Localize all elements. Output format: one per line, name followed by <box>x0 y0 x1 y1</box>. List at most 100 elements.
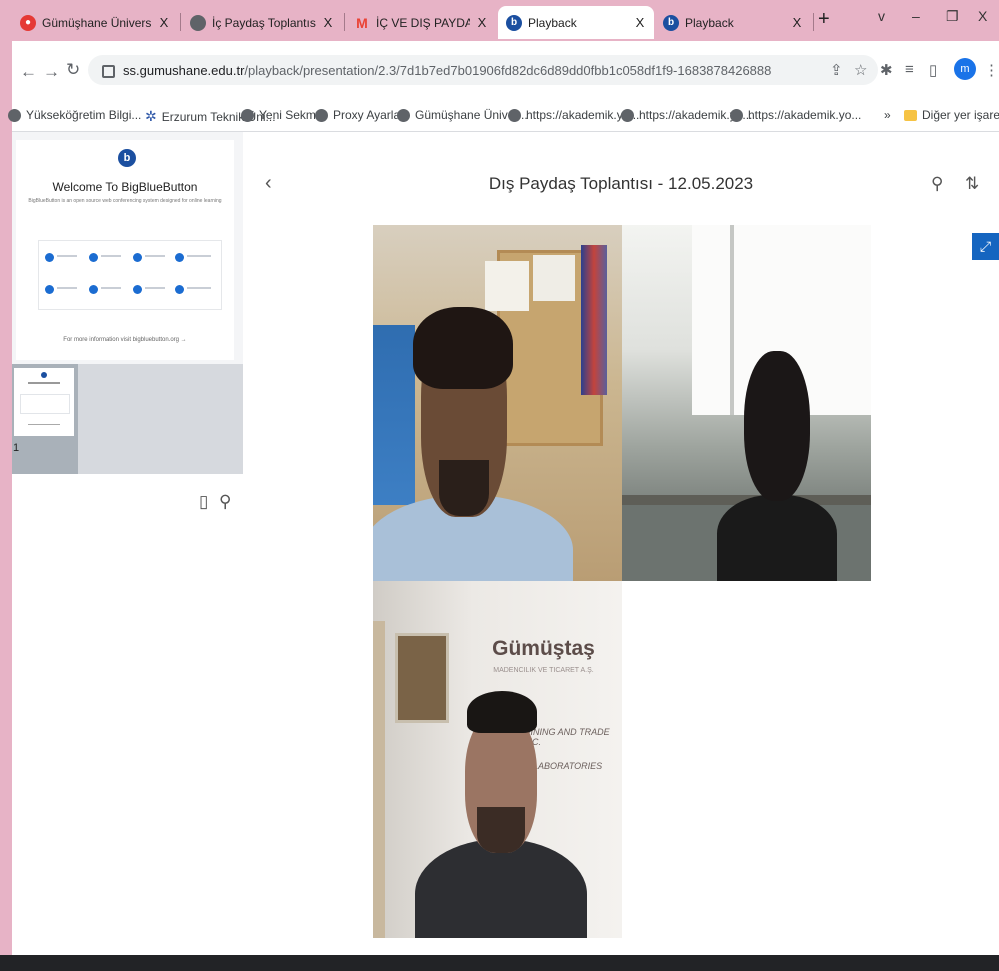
reading-list-icon[interactable]: ≡ <box>905 61 914 78</box>
search-people-icon[interactable]: ⚲ <box>219 492 231 512</box>
close-window-button[interactable]: X <box>978 8 987 24</box>
thumb-title-line <box>28 382 60 384</box>
feature-line <box>101 287 121 289</box>
gmail-icon: M <box>356 14 368 31</box>
tab-playback[interactable]: b Playback X <box>655 6 811 39</box>
globe-icon <box>190 14 206 31</box>
webcam-video-3[interactable]: Gümüştaş MADENCILIK VE TICARET A.Ş. MINI… <box>373 581 622 938</box>
feature-line <box>187 287 211 289</box>
hanging-ribbons <box>581 245 607 395</box>
close-tab-icon[interactable]: X <box>634 15 646 30</box>
minimize-button[interactable]: – <box>912 8 920 24</box>
bookmark-star-icon[interactable]: ☆ <box>854 61 867 79</box>
wall-poster <box>373 325 415 505</box>
bigbluebutton-logo-icon: b <box>118 149 136 167</box>
swap-icon[interactable]: ⇅ <box>965 174 979 194</box>
bigbluebutton-logo-icon <box>41 372 47 378</box>
bookmarks-bar: Yükseköğretim Bilgi... ✲ Erzurum Teknik … <box>8 102 999 132</box>
video-banner-line1: MADENCILIK VE TICARET A.Ş. <box>493 667 594 674</box>
bookmark-item[interactable]: Yeni Sekme <box>241 108 323 122</box>
forward-arrow-icon[interactable]: → <box>43 62 60 82</box>
globe-icon <box>508 108 521 122</box>
person-hair <box>413 307 513 389</box>
back-arrow-icon[interactable]: ← <box>20 62 37 82</box>
new-tab-button[interactable]: + <box>818 8 830 31</box>
bookmarks-overflow-button[interactable]: » <box>884 108 891 122</box>
bookmark-item[interactable]: https://akademik.yo... <box>730 108 861 122</box>
video-banner-line3: LABORATORIES <box>533 761 603 771</box>
clipboard-icon[interactable]: ▯ <box>199 492 208 512</box>
tab-playback-active[interactable]: b Playback X <box>498 6 654 39</box>
globe-icon <box>315 108 328 122</box>
other-bookmarks-label: Diğer yer işaretleri <box>922 108 999 122</box>
tab-divider <box>813 13 814 31</box>
globe-icon <box>8 108 21 122</box>
globe-icon <box>730 108 743 122</box>
bookmark-label: Yeni Sekme <box>259 108 323 122</box>
side-panel-icon[interactable]: ▯ <box>929 61 937 79</box>
tab-divider <box>344 13 345 31</box>
bigbluebutton-icon: b <box>663 14 679 31</box>
extensions-icon[interactable]: ✱ <box>880 61 893 79</box>
tab-gmail[interactable]: M İÇ VE DIŞ PAYDAŞ TOPLANTI X <box>346 6 496 39</box>
thumbnail-number: 1 <box>13 442 20 454</box>
bookmark-item[interactable]: Yükseköğretim Bilgi... <box>8 108 141 122</box>
person-shoulders <box>415 839 587 938</box>
tab-ic-paydas[interactable]: İç Paydaş Toplantısı X <box>182 6 342 39</box>
close-tab-icon[interactable]: X <box>158 15 170 30</box>
paper-notice <box>533 255 575 301</box>
person-beard <box>439 460 489 516</box>
tab-title: İç Paydaş Toplantısı <box>212 15 316 30</box>
restore-button[interactable]: ❐ <box>946 8 959 25</box>
close-tab-icon[interactable]: X <box>322 15 334 30</box>
lock-icon <box>102 64 115 78</box>
feature-line <box>187 255 211 257</box>
profile-avatar[interactable]: m <box>954 58 976 80</box>
door-frame <box>373 621 385 938</box>
url-host: ss.gumushane.edu.tr <box>123 62 245 78</box>
slide-subtitle: BigBlueButton is an open source web conf… <box>28 198 222 204</box>
tab-search-button[interactable]: v <box>878 8 885 24</box>
feature-line <box>57 287 77 289</box>
thumbnail-selected[interactable]: 1 <box>12 364 78 474</box>
feature-dot-icon <box>45 285 54 294</box>
share-icon[interactable]: ⇪ <box>830 61 843 79</box>
wall-portrait <box>395 633 449 723</box>
close-tab-icon[interactable]: X <box>476 15 488 30</box>
playback-page: b Welcome To BigBlueButton BigBlueButton… <box>12 132 999 971</box>
tab-title: İÇ VE DIŞ PAYDAŞ TOPLANTI <box>376 15 470 30</box>
person-head <box>744 351 810 501</box>
fullscreen-button[interactable]: ⤢ <box>972 233 999 260</box>
globe-icon <box>397 108 410 122</box>
feature-dot-icon <box>175 253 184 262</box>
slide-thumbnail[interactable] <box>14 368 74 436</box>
slide-preview: b Welcome To BigBlueButton BigBlueButton… <box>12 132 243 364</box>
slide-more-info: For more information visit bigbluebutton… <box>63 337 187 343</box>
bookmark-label: Yükseköğretim Bilgi... <box>26 108 142 122</box>
reload-icon[interactable]: ↻ <box>66 60 80 80</box>
thumb-footer-line <box>28 424 60 425</box>
kebab-menu-icon[interactable]: ⋮ <box>984 61 999 79</box>
left-panel: b Welcome To BigBlueButton BigBlueButton… <box>12 132 243 971</box>
person-beard <box>477 807 525 853</box>
webcam-video-2[interactable] <box>622 225 871 581</box>
person-body <box>717 495 837 581</box>
paper-notice <box>485 261 529 311</box>
tab-title: Playback <box>685 15 734 30</box>
thumb-feature-grid <box>20 394 70 414</box>
webcam-video-1[interactable] <box>373 225 622 581</box>
close-tab-icon[interactable]: X <box>791 15 803 30</box>
expand-icon: ⤢ <box>979 238 992 254</box>
url-path: /playback/presentation/2.3/7d1b7ed7b0190… <box>244 62 772 78</box>
browser-toolbar: ← → ↻ ss.gumushane.edu.tr/playback/prese… <box>12 41 999 102</box>
other-bookmarks-folder[interactable]: Diğer yer işaretleri <box>904 108 999 122</box>
tab-gumushane[interactable]: ● Gümüşhane Üniversitesi - Ar X <box>12 6 178 39</box>
bookmark-item[interactable]: Proxy Ayarları <box>315 108 407 122</box>
bigbluebutton-icon: b <box>506 14 522 31</box>
search-icon[interactable]: ⚲ <box>931 174 943 194</box>
address-bar[interactable]: ss.gumushane.edu.tr/playback/presentatio… <box>88 55 878 85</box>
feature-line <box>145 287 165 289</box>
feature-line <box>57 255 77 257</box>
slide-welcome-title: Welcome To BigBlueButton <box>52 180 198 194</box>
bookmark-item[interactable]: https://akademik.yo... <box>508 108 639 122</box>
